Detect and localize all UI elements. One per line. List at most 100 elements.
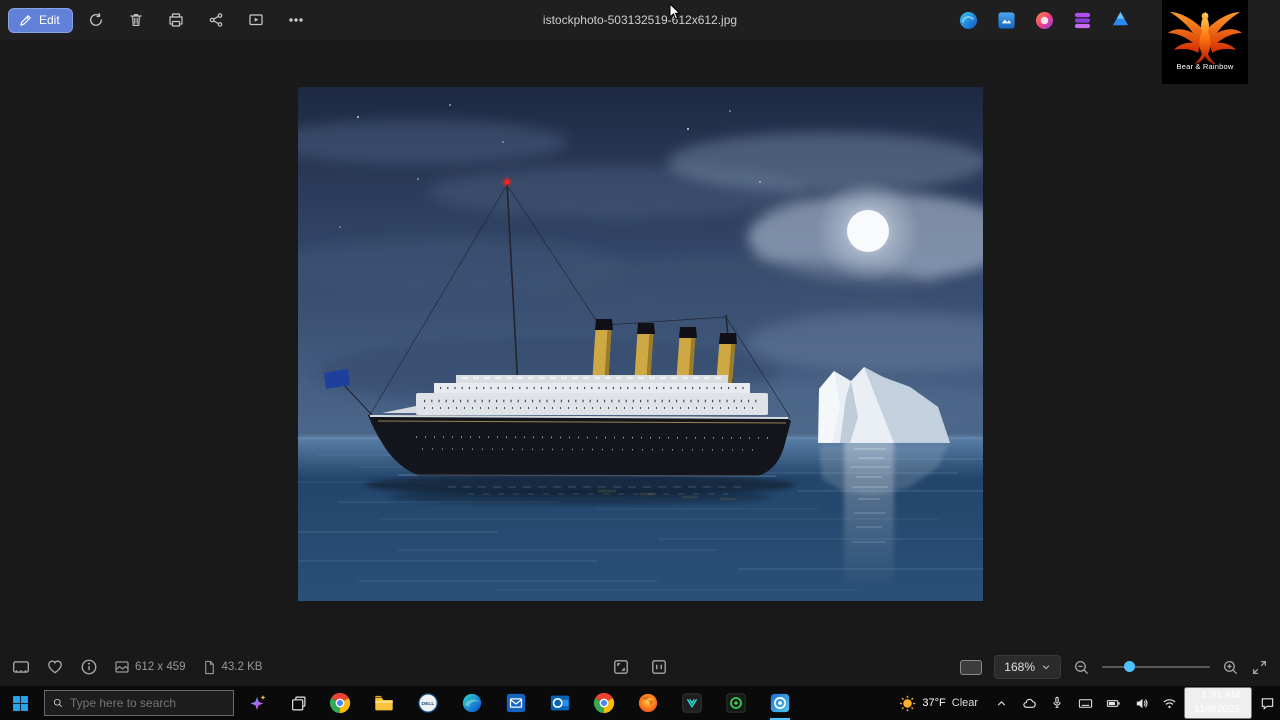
file-explorer-icon <box>375 695 393 711</box>
microphone-icon <box>1053 696 1061 708</box>
phoenix-logo-icon <box>1168 12 1242 64</box>
zoom-in-icon <box>1224 660 1238 674</box>
taskbar-app-outlook[interactable] <box>538 686 582 720</box>
search-input[interactable] <box>70 696 225 710</box>
clock-date: 11/8/2025 <box>1194 703 1240 715</box>
zoom-slider-thumb[interactable] <box>1124 661 1135 672</box>
favorite-button[interactable] <box>46 658 64 676</box>
taskbar-app-blue-tile[interactable] <box>494 686 538 720</box>
file-icon <box>204 660 214 674</box>
share-button[interactable] <box>199 6 233 34</box>
zoom-to-fit-button[interactable] <box>612 658 630 676</box>
print-button[interactable] <box>159 6 193 34</box>
rotate-icon <box>89 12 102 26</box>
rotate-button[interactable] <box>79 6 113 34</box>
onedrive-tray-icon[interactable] <box>1016 686 1042 720</box>
chevron-down-icon <box>1042 665 1050 670</box>
dark-green-tile-icon <box>726 693 746 713</box>
task-view-button[interactable] <box>278 686 318 720</box>
print-icon <box>169 13 183 27</box>
blue-tile-icon <box>506 693 526 713</box>
dimensions-icon <box>115 661 129 673</box>
weather-temp: 37°F <box>922 697 946 709</box>
fit-to-window-icon <box>614 660 628 674</box>
file-info-button[interactable] <box>80 658 98 676</box>
dark-teal-tile-icon <box>682 693 702 713</box>
taskbar-app-dell[interactable]: DELL <box>406 686 450 720</box>
chrome-icon <box>329 692 351 714</box>
more-options-button[interactable] <box>279 6 313 34</box>
photos-app-icon <box>770 693 790 713</box>
search-icon <box>53 698 63 708</box>
filename-title: istockphoto-503132519-612x612.jpg <box>542 13 738 27</box>
photo-image[interactable] <box>297 87 983 601</box>
zoom-slider-track[interactable] <box>1102 666 1210 668</box>
zoom-in-button[interactable] <box>1222 659 1239 676</box>
edge-icon <box>462 693 482 713</box>
touch-keyboard-tray-icon[interactable] <box>1072 686 1098 720</box>
dell-icon: DELL <box>418 693 438 713</box>
taskbar-app-firefox[interactable] <box>626 686 670 720</box>
taskbar-app-chrome[interactable] <box>318 686 362 720</box>
edit-button[interactable]: Edit <box>8 7 73 33</box>
zoom-slider[interactable] <box>1102 660 1210 674</box>
zoom-controls-group: 168% <box>960 655 1268 679</box>
weather-condition: Clear <box>951 697 979 709</box>
system-tray: 37°F Clear 1:31 AM 11/8/2025 <box>891 686 1280 720</box>
slideshow-button[interactable] <box>239 6 273 34</box>
topbar-app-icon-1[interactable] <box>958 10 978 30</box>
wifi-icon <box>1163 698 1176 708</box>
taskbar-app-dark-tile-1[interactable] <box>670 686 714 720</box>
topbar-app-icon-4[interactable] <box>1072 10 1092 30</box>
speaker-icon <box>1136 698 1148 708</box>
delete-button[interactable] <box>119 6 153 34</box>
taskbar-clock[interactable]: 1:31 AM 11/8/2025 <box>1184 687 1252 719</box>
chrome-icon-2 <box>593 692 615 714</box>
taskbar-app-chrome-2[interactable] <box>582 686 626 720</box>
topbar-app-icon-3[interactable] <box>1034 10 1054 30</box>
battery-icon <box>1106 699 1120 707</box>
microphone-tray-icon[interactable] <box>1044 686 1070 720</box>
firefox-icon <box>638 693 658 713</box>
moon <box>815 179 920 283</box>
actual-size-button[interactable] <box>650 658 668 676</box>
volume-tray-icon[interactable] <box>1128 686 1154 720</box>
taskbar-weather[interactable]: 37°F Clear <box>891 695 986 712</box>
topbar-app-icon-2[interactable] <box>996 10 1016 30</box>
toolbar-overlay-icons <box>958 10 1130 30</box>
network-tray-icon[interactable] <box>1156 686 1182 720</box>
edit-pencil-icon <box>20 14 31 26</box>
show-hidden-icons-button[interactable] <box>988 686 1014 720</box>
canvas-background-toggle[interactable] <box>960 659 983 675</box>
fullscreen-icon <box>1253 660 1266 674</box>
file-size: 43.2 KB <box>202 660 263 675</box>
zoom-out-icon <box>1075 660 1089 674</box>
zoom-level-dropdown[interactable]: 168% <box>994 655 1061 679</box>
taskbar-app-dark-tile-2[interactable] <box>714 686 758 720</box>
filmstrip-toggle-button[interactable] <box>12 658 30 676</box>
sparkle-icon <box>250 695 266 710</box>
topbar-app-icon-5[interactable] <box>1110 10 1130 30</box>
trash-icon <box>130 14 142 26</box>
chevron-up-icon <box>997 700 1005 706</box>
battery-tray-icon[interactable] <box>1100 686 1126 720</box>
taskbar-app-edge[interactable] <box>450 686 494 720</box>
dimensions-value: 612 x 459 <box>135 661 186 673</box>
taskbar-app-photos[interactable] <box>758 686 802 720</box>
image-dimensions: 612 x 459 <box>114 659 186 675</box>
windows-taskbar: DELL 37°F Clea <box>0 686 1280 720</box>
toolbar-left-group: Edit <box>8 6 313 34</box>
taskbar-search[interactable] <box>44 690 234 716</box>
search-highlights-button[interactable] <box>238 686 278 720</box>
start-button[interactable] <box>0 686 40 720</box>
action-center-button[interactable] <box>1254 686 1280 720</box>
clock-time: 1:31 AM <box>1201 689 1240 702</box>
fullscreen-button[interactable] <box>1251 659 1268 676</box>
filesize-value: 43.2 KB <box>221 661 263 673</box>
keyboard-icon <box>1078 698 1092 708</box>
taskbar-app-file-explorer[interactable] <box>362 686 406 720</box>
more-ellipsis-icon <box>288 18 303 22</box>
zoom-out-button[interactable] <box>1073 659 1090 676</box>
recording-watermark: Bear & Rainbow <box>1162 0 1248 84</box>
edit-button-label: Edit <box>39 13 60 27</box>
